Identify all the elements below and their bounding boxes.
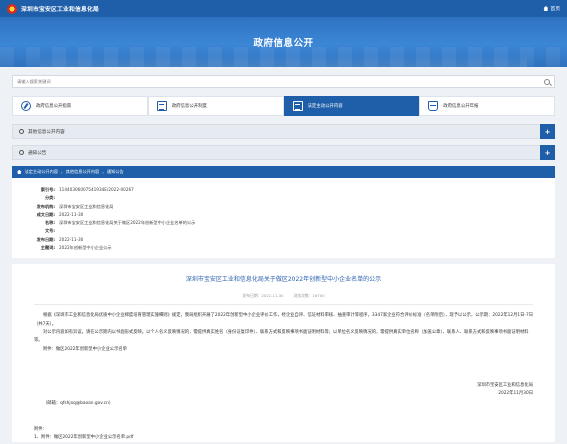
breadcrumb-separator: › bbox=[61, 169, 63, 175]
document-meta: 索引号: 11440306007541934E/2022-00267 分类: 发… bbox=[12, 178, 555, 259]
tab-annual-report[interactable]: 政府信息公开年报 bbox=[419, 96, 555, 116]
search-icon[interactable] bbox=[544, 78, 550, 85]
meta-row: 发布日期: 2022-11-30 bbox=[12, 236, 555, 244]
meta-label: 发布日期: bbox=[36, 236, 55, 242]
attachment-title: 附件： bbox=[34, 426, 47, 432]
tab-active-disclosure[interactable]: 法定主动公开内容 bbox=[283, 96, 420, 116]
signature-date: 2022年11月30日 bbox=[498, 390, 533, 396]
expand-button[interactable]: + bbox=[540, 124, 555, 139]
meta-row: 名称: 深圳市宝安区工业和信息化局关于做区2022年创新型中小企业名单的公示 bbox=[12, 219, 555, 227]
meta-value: 深圳市宝安区工业和信息化局关于做区2022年创新型中小企业名单的公示 bbox=[59, 220, 196, 226]
tab-disclosure-guide[interactable]: 政府信息公开指南 bbox=[12, 96, 148, 116]
article-paragraph: 根据《深圳市工业和信息化局优质中小企业梯度培育管理实施细则》规定，我局组织开展了… bbox=[34, 313, 534, 327]
bullet-icon bbox=[19, 150, 24, 155]
breadcrumb-item[interactable]: 通知公告 bbox=[107, 169, 124, 175]
tab-disclosure-system[interactable]: 政府信息公开制度 bbox=[147, 96, 284, 116]
meta-row: 分类: bbox=[12, 194, 555, 202]
meta-label: 名称: bbox=[44, 220, 55, 226]
annual-report-icon bbox=[428, 101, 439, 111]
system-icon bbox=[156, 101, 167, 111]
view-count: 浏览次数：16700 bbox=[293, 293, 325, 299]
tab-label: 法定主动公开内容 bbox=[307, 104, 343, 109]
meta-value: 11440306007541934E/2022-00267 bbox=[59, 187, 134, 192]
section-header: 通知公告 bbox=[19, 150, 46, 156]
breadcrumb-item[interactable]: 法定主动公开内容 bbox=[25, 169, 59, 175]
article-title: 深圳市宝安区工业和信息化局关于做区2022年创新型中小企业名单的公示 bbox=[185, 276, 382, 284]
meta-row: 主题词: 2022年创新型中小企业公示 bbox=[12, 244, 555, 252]
section-label: 其他信息公开内容 bbox=[28, 129, 65, 135]
article-paragraph: 附件：做区2022年创新型中小企业公示名单 bbox=[43, 346, 127, 352]
search-area bbox=[0, 67, 567, 88]
expand-button[interactable]: + bbox=[540, 145, 555, 160]
article-paragraph: 对公示内容如有异议，请在公示期内以书面形式反映。以个人名义反映情况的，需提供真实… bbox=[34, 329, 529, 344]
search-box bbox=[12, 75, 555, 88]
active-disclosure-icon bbox=[292, 101, 303, 111]
site-name: 深圳市宝安区工业和信息化局 bbox=[21, 7, 99, 13]
meta-label: 成文日期: bbox=[36, 211, 55, 217]
meta-row: 文号: bbox=[12, 227, 555, 235]
bullet-icon bbox=[19, 129, 24, 134]
home-link[interactable]: 首页 bbox=[543, 5, 560, 12]
meta-value: 2022-11-30 bbox=[59, 236, 84, 242]
meta-row: 发布机构: 深圳市宝安区工业和信息化局 bbox=[12, 203, 555, 211]
contact-email: （邮箱：qfshjxq@baoan.gov.cn） bbox=[43, 400, 114, 406]
meta-row: 索引号: 11440306007541934E/2022-00267 bbox=[12, 186, 555, 194]
section-label: 通知公告 bbox=[28, 150, 47, 156]
page-banner: 政府信息公开 bbox=[0, 17, 567, 67]
meta-label: 发布机构: bbox=[36, 203, 55, 209]
home-icon bbox=[543, 6, 549, 11]
meta-value: 2022-11-30 bbox=[59, 211, 84, 217]
section-other-disclosure[interactable]: 其他信息公开内容 + bbox=[12, 124, 555, 139]
article-info: 发布日期：2022-11-30 浏览次数：16700 bbox=[34, 293, 533, 306]
tab-label: 政府信息公开制度 bbox=[171, 104, 207, 109]
section-notices[interactable]: 通知公告 + bbox=[12, 145, 555, 160]
national-emblem-icon bbox=[7, 3, 17, 14]
meta-label: 文号: bbox=[44, 228, 55, 234]
breadcrumb-separator: › bbox=[102, 169, 104, 175]
disclosure-tabs: 政府信息公开指南 政府信息公开制度 法定主动公开内容 政府信息公开年报 bbox=[12, 96, 555, 116]
guide-icon bbox=[21, 101, 31, 111]
site-brand[interactable]: 深圳市宝安区工业和信息化局 bbox=[7, 3, 99, 14]
search-input[interactable] bbox=[17, 79, 544, 84]
signature-org: 深圳市宝安区工业和信息化局 bbox=[477, 382, 533, 388]
meta-value: 2022年创新型中小企业公示 bbox=[59, 245, 112, 251]
top-bar: 深圳市宝安区工业和信息化局 首页 bbox=[0, 0, 567, 17]
section-header: 其他信息公开内容 bbox=[19, 129, 65, 135]
tab-label: 政府信息公开指南 bbox=[36, 104, 72, 109]
home-icon[interactable] bbox=[17, 169, 22, 175]
article-body: 深圳市宝安区工业和信息化局关于做区2022年创新型中小企业名单的公示 发布日期：… bbox=[12, 264, 555, 443]
page-title: 政府信息公开 bbox=[253, 38, 314, 49]
meta-row: 成文日期: 2022-11-30 bbox=[12, 211, 555, 219]
attachment-link[interactable]: 1、附件：做区2022年创新型中小企业公示名单.pdf bbox=[34, 434, 533, 442]
tab-label: 政府信息公开年报 bbox=[443, 104, 479, 109]
meta-value: 深圳市宝安区工业和信息化局 bbox=[59, 203, 114, 209]
breadcrumb-item[interactable]: 其他信息公开内容 bbox=[66, 169, 100, 175]
meta-label: 主题词: bbox=[40, 245, 55, 251]
home-label: 首页 bbox=[550, 7, 560, 12]
breadcrumb: 法定主动公开内容 › 其他信息公开内容 › 通知公告 bbox=[12, 166, 555, 178]
meta-label: 分类: bbox=[44, 195, 55, 201]
publish-date: 发布日期：2022-11-30 bbox=[242, 293, 284, 299]
meta-label: 索引号: bbox=[40, 187, 55, 192]
